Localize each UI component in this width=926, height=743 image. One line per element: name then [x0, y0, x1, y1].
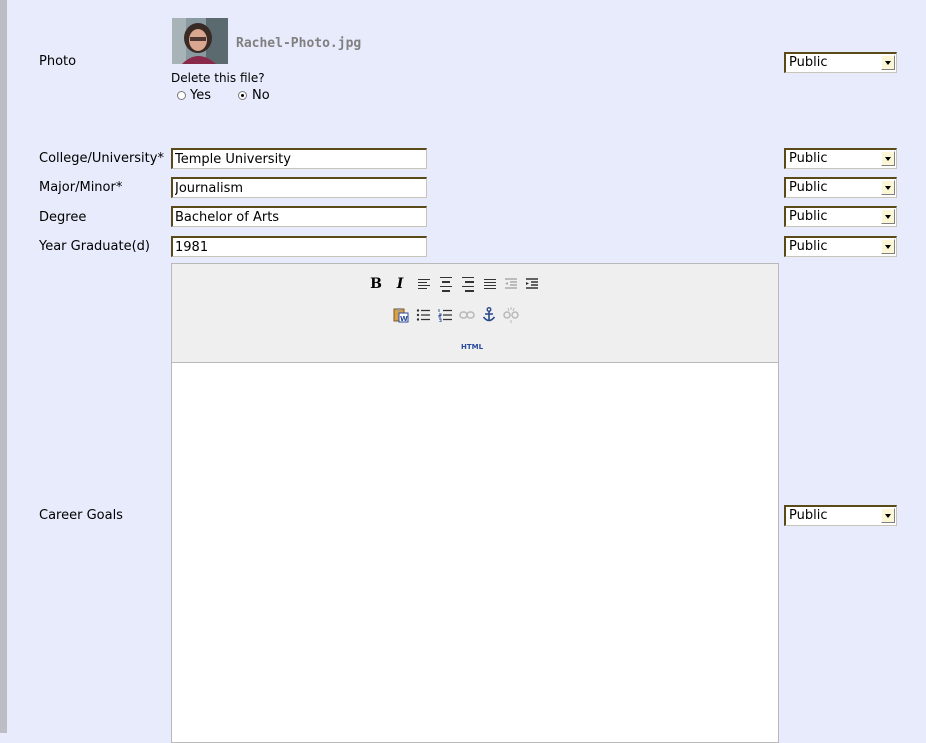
- degree-input[interactable]: [171, 206, 427, 227]
- year-input[interactable]: [171, 236, 427, 257]
- italic-icon[interactable]: I: [391, 275, 409, 293]
- photo-label: Photo: [39, 54, 77, 69]
- year-privacy-value: Public: [789, 239, 828, 254]
- delete-no-radio[interactable]: [238, 91, 247, 100]
- degree-privacy-value: Public: [789, 209, 828, 224]
- degree-privacy-select[interactable]: Public: [784, 206, 897, 227]
- outdent-icon[interactable]: [502, 275, 520, 293]
- chevron-down-icon[interactable]: [881, 508, 895, 523]
- chevron-down-icon[interactable]: [881, 180, 895, 195]
- degree-label: Degree: [39, 210, 87, 225]
- major-privacy-select[interactable]: Public: [784, 177, 897, 198]
- year-label: Year Graduate(d): [39, 239, 150, 254]
- year-privacy-select[interactable]: Public: [784, 236, 897, 257]
- college-label: College/University*: [39, 151, 164, 166]
- career-goals-label: Career Goals: [39, 508, 123, 523]
- major-privacy-value: Public: [789, 180, 828, 195]
- college-input[interactable]: [171, 148, 427, 169]
- delete-yes-radio[interactable]: [177, 91, 186, 100]
- career-goals-editor[interactable]: B I W HTML: [171, 263, 779, 743]
- link-icon[interactable]: [458, 306, 476, 324]
- bold-icon[interactable]: B: [367, 275, 385, 293]
- html-source-button[interactable]: HTML: [457, 338, 487, 356]
- paste-from-word-icon[interactable]: W: [392, 306, 410, 324]
- numbered-list-icon[interactable]: [436, 306, 454, 324]
- career-privacy-value: Public: [789, 508, 828, 523]
- left-border: [0, 0, 7, 733]
- college-privacy-value: Public: [789, 151, 828, 166]
- user-photo-thumbnail[interactable]: [172, 18, 228, 64]
- photo-privacy-value: Public: [789, 55, 828, 70]
- align-right-icon[interactable]: [459, 275, 477, 293]
- photo-filename[interactable]: Rachel-Photo.jpg: [236, 36, 361, 51]
- anchor-icon[interactable]: [480, 306, 498, 324]
- svg-text:W: W: [400, 315, 408, 323]
- chevron-down-icon[interactable]: [881, 55, 895, 70]
- career-privacy-select[interactable]: Public: [784, 505, 897, 526]
- chevron-down-icon[interactable]: [881, 239, 895, 254]
- delete-no-label: No: [252, 88, 270, 103]
- photo-privacy-select[interactable]: Public: [784, 52, 897, 73]
- unlink-icon[interactable]: [502, 306, 520, 324]
- college-privacy-select[interactable]: Public: [784, 148, 897, 169]
- align-left-icon[interactable]: [415, 275, 433, 293]
- editor-toolbar: B I W HTML: [172, 264, 778, 363]
- align-center-icon[interactable]: [437, 275, 455, 293]
- chevron-down-icon[interactable]: [881, 151, 895, 166]
- indent-icon[interactable]: [523, 275, 541, 293]
- justify-icon[interactable]: [481, 275, 499, 293]
- delete-yes-label: Yes: [190, 88, 211, 103]
- editor-text-area[interactable]: [172, 363, 778, 742]
- bullet-list-icon[interactable]: [414, 306, 432, 324]
- delete-file-question: Delete this file?: [171, 71, 265, 85]
- major-label: Major/Minor*: [39, 180, 123, 195]
- chevron-down-icon[interactable]: [881, 209, 895, 224]
- major-input[interactable]: [171, 177, 427, 198]
